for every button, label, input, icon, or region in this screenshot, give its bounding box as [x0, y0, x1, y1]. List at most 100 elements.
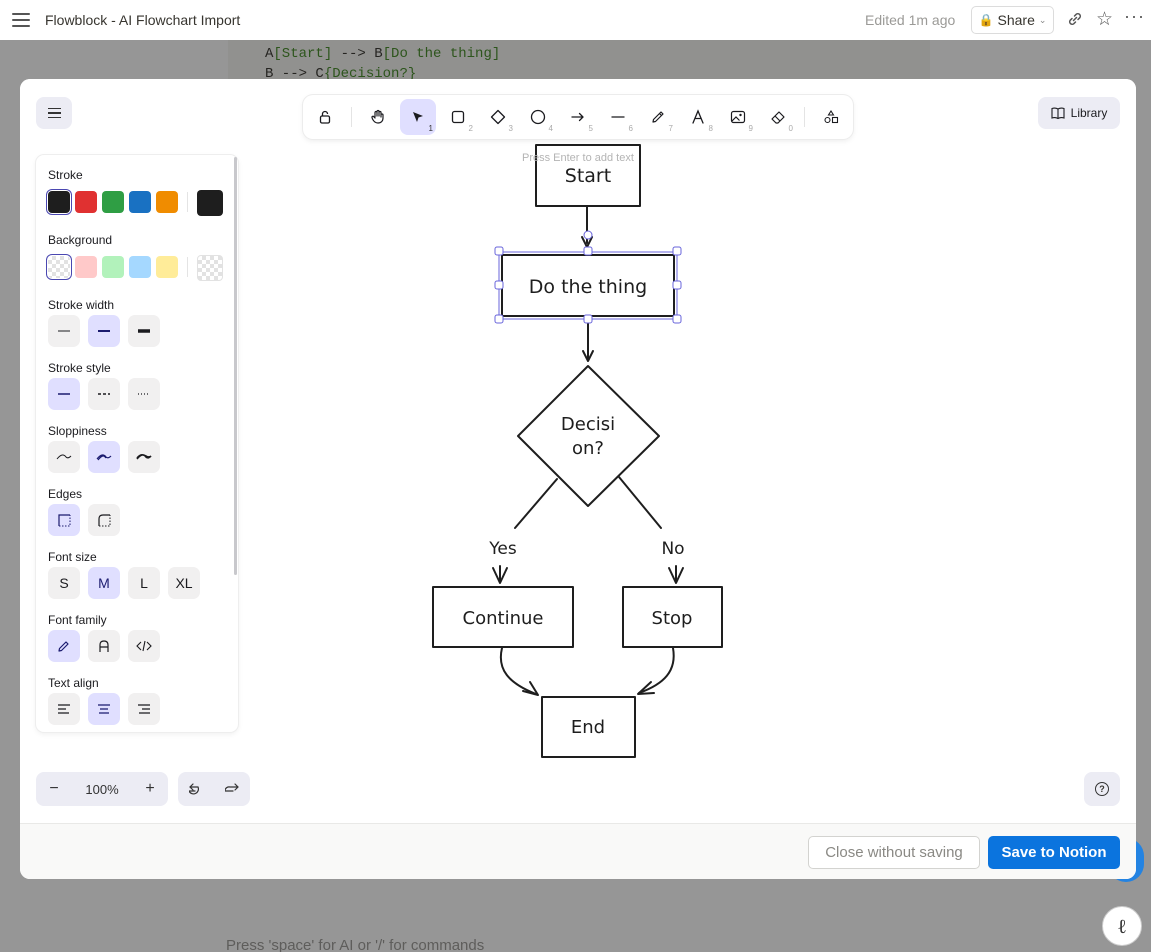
stroke-style-solid[interactable] — [48, 378, 80, 410]
share-button[interactable]: 🔒 Share ⌄ — [971, 6, 1054, 34]
close-without-saving-button[interactable]: Close without saving — [808, 836, 980, 869]
page-title[interactable]: Flowblock - AI Flowchart Import — [45, 12, 240, 28]
font-size-xl[interactable]: XL — [168, 567, 200, 599]
stroke-style-dotted[interactable] — [128, 378, 160, 410]
font-size-m[interactable]: M — [88, 567, 120, 599]
properties-panel: Stroke Background Stroke width Stroke st… — [36, 155, 238, 732]
chevron-down-icon: ⌄ — [1038, 14, 1047, 25]
more-options-icon[interactable]: ··· — [1124, 6, 1145, 27]
edges-round[interactable] — [88, 504, 120, 536]
text-tool[interactable]: 8 — [680, 99, 716, 135]
sloppiness-cartoonist[interactable] — [128, 441, 160, 473]
edge-label-yes: Yes — [488, 539, 517, 559]
zoom-in-button[interactable]: + — [132, 772, 168, 806]
pointer-icon — [413, 112, 423, 122]
stroke-width-extra-bold[interactable] — [128, 315, 160, 347]
align-left-icon — [58, 704, 70, 714]
unlock-icon — [319, 110, 331, 124]
background-swatch-blue[interactable] — [129, 256, 151, 278]
stroke-width-label: Stroke width — [48, 298, 115, 312]
text-align-left[interactable] — [48, 693, 80, 725]
redo-icon — [225, 783, 239, 792]
library-label: Library — [1070, 106, 1108, 120]
code-icon — [136, 640, 152, 652]
stroke-swatch-orange[interactable] — [156, 191, 178, 213]
more-tools-button[interactable] — [813, 99, 849, 135]
font-size-s[interactable]: S — [48, 567, 80, 599]
main-menu-button[interactable] — [36, 97, 72, 129]
sloppiness-artist[interactable] — [88, 441, 120, 473]
line-icon — [611, 116, 625, 118]
text-align-label: Text align — [48, 676, 99, 690]
rectangle-icon — [451, 110, 465, 124]
font-family-normal[interactable] — [88, 630, 120, 662]
arrow-icon — [571, 112, 584, 122]
node-decision-label-2: on? — [572, 438, 604, 459]
text-align-center[interactable] — [88, 693, 120, 725]
menu-icon[interactable] — [12, 12, 30, 28]
node-continue-label: Continue — [463, 608, 544, 629]
help-button[interactable]: ? — [1084, 772, 1120, 806]
history-controls — [178, 772, 250, 806]
stroke-swatch-blue[interactable] — [129, 191, 151, 213]
zoom-out-button[interactable]: − — [36, 772, 72, 806]
help-icon: ? — [1095, 782, 1109, 796]
zoom-level[interactable]: 100% — [72, 772, 132, 806]
draw-tool[interactable]: 7 — [640, 99, 676, 135]
font-family-code[interactable] — [128, 630, 160, 662]
font-size-l[interactable]: L — [128, 567, 160, 599]
image-tool[interactable]: 9 — [720, 99, 756, 135]
node-decision-label-1: Decisi — [561, 414, 615, 435]
arrow-tool[interactable]: 5 — [560, 99, 596, 135]
stroke-style-dashed[interactable] — [88, 378, 120, 410]
background-swatch-yellow[interactable] — [156, 256, 178, 278]
sloppiness-architect[interactable] — [48, 441, 80, 473]
stroke-swatch-red[interactable] — [75, 191, 97, 213]
edge-label-no: No — [661, 539, 684, 559]
rectangle-tool[interactable]: 2 — [440, 99, 476, 135]
flowchart-editor-modal: Start Do the thing Decisi on? Yes No Con… — [20, 79, 1136, 879]
enter-text-hint: Press Enter to add text — [522, 152, 634, 164]
line-tool[interactable]: 6 — [600, 99, 636, 135]
font-family-hand-drawn[interactable] — [48, 630, 80, 662]
star-icon[interactable]: ☆ — [1096, 8, 1113, 31]
stroke-label: Stroke — [48, 168, 83, 182]
stroke-width-thin[interactable] — [48, 315, 80, 347]
font-size-label: Font size — [48, 550, 97, 564]
hand-tool[interactable] — [360, 99, 396, 135]
stroke-swatch-green[interactable] — [102, 191, 124, 213]
redo-button[interactable] — [214, 772, 250, 806]
text-align-right[interactable] — [128, 693, 160, 725]
save-to-notion-button[interactable]: Save to Notion — [988, 836, 1120, 869]
lock-tool[interactable] — [307, 99, 343, 135]
link-icon[interactable] — [1066, 10, 1084, 33]
edges-label: Edges — [48, 487, 83, 501]
stroke-swatch-black[interactable] — [48, 191, 70, 213]
yes-arrowhead — [492, 565, 508, 584]
edges-sharp[interactable] — [48, 504, 80, 536]
stroke-current-color[interactable] — [197, 190, 223, 216]
shape-toolbar: 1 2 3 4 5 6 7 8 9 0 — [303, 95, 853, 139]
drawing-canvas[interactable]: Start Do the thing Decisi on? Yes No Con… — [20, 79, 1136, 823]
background-current-color[interactable] — [197, 255, 223, 281]
edge-decision-yes — [514, 478, 558, 529]
selection-tool[interactable]: 1 — [400, 99, 436, 135]
hand-icon — [371, 109, 384, 124]
eraser-tool[interactable]: 0 — [760, 99, 796, 135]
image-icon — [730, 110, 746, 124]
lock-icon: 🔒 — [978, 13, 994, 27]
sloppiness-label: Sloppiness — [48, 424, 107, 438]
background-swatch-transparent[interactable] — [48, 256, 70, 278]
background-swatch-red[interactable] — [75, 256, 97, 278]
library-button[interactable]: Library — [1038, 97, 1120, 129]
background-label: Background — [48, 233, 113, 247]
diamond-tool[interactable]: 3 — [480, 99, 516, 135]
stroke-width-bold[interactable] — [88, 315, 120, 347]
background-swatch-green[interactable] — [102, 256, 124, 278]
shapes-icon — [824, 109, 839, 124]
eraser-icon — [771, 111, 785, 124]
notion-ai-icon[interactable]: ℓ — [1102, 906, 1142, 946]
ellipse-tool[interactable]: 4 — [520, 99, 556, 135]
undo-button[interactable] — [178, 772, 214, 806]
panel-scrollbar[interactable] — [234, 157, 237, 575]
